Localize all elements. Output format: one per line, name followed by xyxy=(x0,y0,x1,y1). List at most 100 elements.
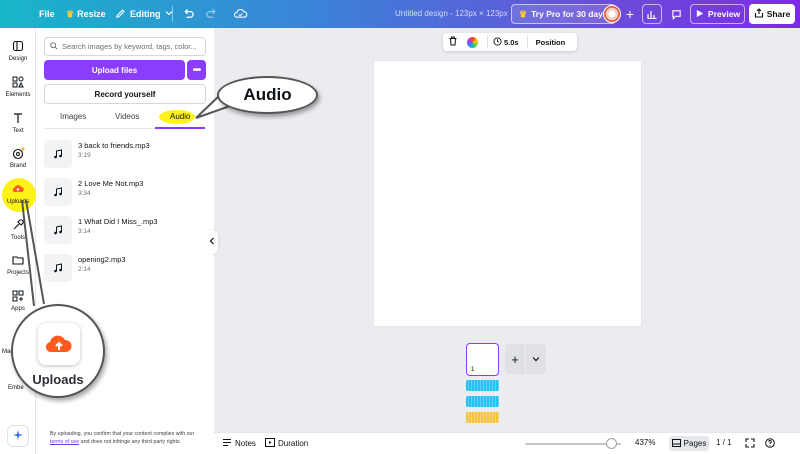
crown-icon: ♛ xyxy=(519,8,528,19)
resize-button[interactable]: ♛ Resize xyxy=(60,3,112,25)
add-page-button[interactable]: + xyxy=(505,344,525,374)
pencil-icon xyxy=(115,8,126,21)
try-pro-label: Try Pro for 30 days xyxy=(531,9,608,19)
rail-item-uploads[interactable]: Uploads xyxy=(0,183,36,205)
undo-icon[interactable] xyxy=(182,7,195,23)
context-toolbar: 5.0s Position xyxy=(443,33,577,51)
rail-item-text[interactable]: Text xyxy=(0,112,36,134)
audio-track[interactable] xyxy=(466,396,499,407)
tab-audio[interactable]: Audio xyxy=(170,112,190,121)
trash-icon[interactable] xyxy=(448,36,458,48)
comment-icon[interactable] xyxy=(666,4,686,24)
audio-callout: Audio xyxy=(217,76,318,114)
rail-item-elements[interactable]: Elements xyxy=(0,76,36,98)
editing-mode-dropdown[interactable]: Editing xyxy=(109,3,179,25)
music-note-icon xyxy=(44,140,72,168)
terms-text: By uploading, you confirm that your cont… xyxy=(50,431,195,437)
left-rail: Design Elements Text Brand Uploads Tools… xyxy=(0,28,36,454)
magic-assistant-button[interactable] xyxy=(7,425,29,447)
text-icon xyxy=(12,112,24,124)
rail-label: Text xyxy=(12,128,24,134)
collapse-panel-button[interactable] xyxy=(206,230,218,254)
divider xyxy=(172,6,173,22)
music-note-icon xyxy=(44,254,72,282)
audio-track[interactable] xyxy=(466,380,499,391)
divider xyxy=(487,36,488,48)
avatar[interactable] xyxy=(603,5,621,23)
more-icon: ••• xyxy=(192,64,201,76)
top-bar: File ♛ Resize Editing Untitled design - … xyxy=(0,0,800,28)
audio-name: 1 What Did I Miss_.mp3 xyxy=(78,217,158,226)
try-pro-button[interactable]: ♛ Try Pro for 30 days xyxy=(511,4,616,24)
upload-files-button[interactable]: Upload files xyxy=(44,60,185,80)
rail-label: Design xyxy=(8,56,28,62)
design-canvas[interactable] xyxy=(374,61,641,326)
share-icon xyxy=(754,8,764,20)
projects-icon xyxy=(12,254,24,266)
color-wheel-icon[interactable] xyxy=(467,36,478,48)
elements-icon xyxy=(12,76,24,88)
record-yourself-button[interactable]: Record yourself xyxy=(44,84,206,104)
rail-label: Projects xyxy=(7,270,29,276)
tools-icon xyxy=(12,219,24,231)
rail-item-tools[interactable]: Tools xyxy=(0,219,36,241)
design-title[interactable]: Untitled design - 123px × 123px xyxy=(395,9,508,18)
file-menu[interactable]: File xyxy=(33,3,61,25)
rail-item-design[interactable]: Design xyxy=(0,40,36,62)
terms-link[interactable]: terms of use xyxy=(50,439,79,445)
notes-icon xyxy=(222,438,232,449)
audio-name: 2 Love Me Not.mp3 xyxy=(78,179,144,188)
pages-button[interactable]: Pages xyxy=(669,436,709,451)
timing-label: 5.0s xyxy=(504,37,519,47)
list-item[interactable]: opening2.mp3 2:14 xyxy=(44,254,206,284)
notes-button[interactable]: Notes xyxy=(222,438,256,449)
add-collaborator-icon[interactable]: + xyxy=(622,6,638,22)
rail-item-apps[interactable]: Apps xyxy=(0,290,36,312)
cloud-save-icon[interactable] xyxy=(233,7,248,23)
pages-label: Pages xyxy=(683,439,707,448)
redo-icon[interactable] xyxy=(205,7,218,23)
sparkle-icon xyxy=(12,429,24,444)
fullscreen-icon[interactable] xyxy=(745,438,755,448)
duration-button[interactable]: Duration xyxy=(265,438,308,449)
chevron-left-icon xyxy=(209,236,215,248)
list-item[interactable]: 3 back to friends.mp3 3:19 xyxy=(44,140,206,170)
search-input[interactable] xyxy=(62,42,202,51)
duration-label: Duration xyxy=(278,439,309,448)
rail-label: Brand xyxy=(9,163,26,169)
list-item[interactable]: 1 What Did I Miss_.mp3 3:14 xyxy=(44,216,206,246)
page-options-button[interactable] xyxy=(526,344,546,374)
audio-track[interactable] xyxy=(466,412,499,423)
timing-button[interactable]: 5.0s xyxy=(493,36,519,48)
position-button[interactable]: Position xyxy=(536,38,566,47)
tab-images[interactable]: Images xyxy=(60,112,86,121)
tab-videos[interactable]: Videos xyxy=(115,112,139,121)
uploads-icon xyxy=(38,323,80,365)
page-thumbnail[interactable]: 1 xyxy=(466,343,499,376)
list-item[interactable]: 2 Love Me Not.mp3 3:34 xyxy=(44,178,206,208)
apps-icon xyxy=(12,290,24,302)
help-icon[interactable] xyxy=(765,438,775,448)
active-tab-indicator xyxy=(155,127,205,129)
brand-icon xyxy=(12,147,25,160)
preview-button[interactable]: Preview xyxy=(690,4,745,24)
rail-item-projects[interactable]: Projects xyxy=(0,254,36,276)
divider xyxy=(526,36,528,48)
zoom-level[interactable]: 437% xyxy=(635,438,655,447)
more-options-button[interactable]: ••• xyxy=(187,60,206,80)
rail-item-brand[interactable]: Brand xyxy=(0,147,36,169)
uploads-callout: Uploads xyxy=(11,304,105,398)
zoom-slider-handle[interactable] xyxy=(605,438,617,449)
crown-icon: ♛ xyxy=(66,8,75,19)
play-icon xyxy=(695,9,704,20)
search-box[interactable] xyxy=(44,37,206,56)
audio-duration: 2:14 xyxy=(78,266,91,273)
search-icon xyxy=(50,41,58,53)
plus-icon: + xyxy=(511,351,519,367)
upload-files-label: Upload files xyxy=(91,65,138,75)
share-button[interactable]: Share xyxy=(749,4,795,24)
analytics-icon[interactable] xyxy=(642,4,662,24)
editing-label: Editing xyxy=(130,9,161,19)
duration-icon xyxy=(265,438,275,449)
design-icon xyxy=(12,40,24,52)
